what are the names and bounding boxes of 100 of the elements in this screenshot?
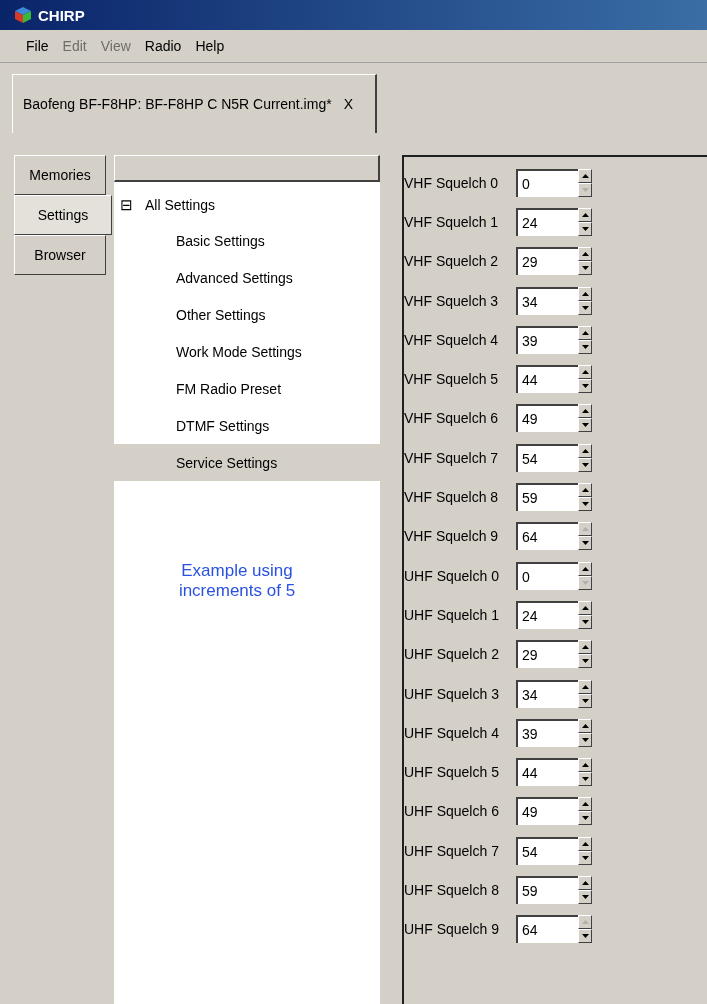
tree-item[interactable]: Other Settings: [114, 296, 380, 333]
setting-label: VHF Squelch 6: [404, 410, 500, 427]
spin-up-button[interactable]: [578, 679, 592, 694]
spin-field[interactable]: 0: [516, 561, 578, 590]
spin-down-button[interactable]: [578, 929, 592, 944]
menu-item[interactable]: Radio: [144, 38, 182, 54]
spin-field[interactable]: 0: [516, 168, 578, 197]
spin-field[interactable]: 44: [516, 365, 578, 394]
spin-down-button[interactable]: [578, 811, 592, 826]
down-arrow-icon: [581, 855, 589, 860]
spin-up-button[interactable]: [578, 876, 592, 890]
spin-down-button[interactable]: [578, 261, 592, 276]
up-arrow-icon: [581, 330, 589, 335]
down-arrow-icon: [581, 619, 589, 624]
spin-down-button[interactable]: [578, 418, 592, 433]
spin-field[interactable]: 39: [516, 718, 578, 747]
spin-up-button[interactable]: [578, 718, 592, 733]
close-tab-button[interactable]: X: [343, 96, 353, 112]
spin-up-button[interactable]: [578, 286, 592, 301]
spin-down-button[interactable]: [578, 457, 592, 472]
spin-down-button[interactable]: [578, 890, 592, 904]
spin-up-button[interactable]: [578, 168, 592, 183]
spin-field[interactable]: 54: [516, 836, 578, 865]
spin-field[interactable]: 29: [516, 247, 578, 276]
spin-up-button[interactable]: [578, 247, 592, 262]
tree-item[interactable]: Service Settings: [114, 444, 380, 481]
spin-field[interactable]: 39: [516, 325, 578, 354]
setting-label: VHF Squelch 2: [404, 253, 500, 270]
setting-label: VHF Squelch 4: [404, 331, 500, 348]
spin-down-button[interactable]: [578, 339, 592, 354]
spin-field[interactable]: 44: [516, 758, 578, 787]
side-tab[interactable]: Browser: [14, 235, 106, 275]
down-arrow-icon: [581, 580, 589, 585]
spin-up-button[interactable]: [578, 600, 592, 615]
spin-down-button[interactable]: [578, 379, 592, 394]
setting-label: VHF Squelch 7: [404, 449, 500, 466]
spin-field[interactable]: 59: [516, 483, 578, 511]
spin-field[interactable]: 64: [516, 915, 578, 944]
spin-up-button[interactable]: [578, 443, 592, 458]
tree-item[interactable]: Basic Settings: [114, 222, 380, 259]
side-tab[interactable]: Memories: [14, 155, 106, 195]
spin-up-button[interactable]: [578, 522, 592, 537]
up-arrow-icon: [581, 370, 589, 375]
spin-field[interactable]: 49: [516, 404, 578, 433]
spin-up-button[interactable]: [578, 915, 592, 930]
spin-down-button[interactable]: [578, 732, 592, 747]
up-arrow-icon: [581, 448, 589, 453]
spin-field[interactable]: 29: [516, 640, 578, 669]
down-arrow-icon: [581, 226, 589, 231]
document-tab[interactable]: Baofeng BF-F8HP: BF-F8HP C N5R Current.img* X: [12, 74, 377, 133]
spin-up-button[interactable]: [578, 797, 592, 812]
menu-item[interactable]: File: [26, 38, 49, 54]
up-arrow-icon: [581, 212, 589, 217]
tree-item[interactable]: Work Mode Settings: [114, 333, 380, 370]
spin-up-button[interactable]: [578, 561, 592, 576]
spin-down-button[interactable]: [578, 536, 592, 551]
spin-down-button[interactable]: [578, 221, 592, 236]
menu-item[interactable]: Help: [195, 38, 225, 54]
spin-up-button[interactable]: [578, 483, 592, 497]
collapse-toggle[interactable]: ⊟: [120, 196, 133, 214]
side-tab[interactable]: Settings: [14, 195, 112, 235]
spin-field[interactable]: 54: [516, 443, 578, 472]
spin-up-button[interactable]: [578, 640, 592, 655]
down-arrow-icon: [581, 698, 589, 703]
up-arrow-icon: [581, 684, 589, 689]
down-arrow-icon: [581, 384, 589, 389]
spin-up-button[interactable]: [578, 758, 592, 773]
spin-down-button[interactable]: [578, 497, 592, 511]
spin-up-button[interactable]: [578, 325, 592, 340]
tree-item[interactable]: DTMF Settings: [114, 407, 380, 444]
spin-field[interactable]: 34: [516, 286, 578, 315]
spin-down-button[interactable]: [578, 300, 592, 315]
up-arrow-icon: [581, 723, 589, 728]
setting-label: UHF Squelch 6: [404, 803, 500, 820]
spin-field[interactable]: 34: [516, 679, 578, 708]
spin-field[interactable]: 24: [516, 207, 578, 236]
spin-up-button[interactable]: [578, 207, 592, 222]
setting-label: UHF Squelch 1: [404, 606, 500, 623]
spin-down-button[interactable]: [578, 575, 592, 590]
spin-field[interactable]: 24: [516, 600, 578, 629]
up-arrow-icon: [581, 763, 589, 768]
up-arrow-icon: [581, 488, 589, 492]
setting-label: UHF Squelch 5: [404, 764, 500, 781]
spin-field[interactable]: 49: [516, 797, 578, 826]
spin-up-button[interactable]: [578, 365, 592, 380]
spin-field[interactable]: 64: [516, 522, 578, 551]
tree-item[interactable]: Advanced Settings: [114, 259, 380, 296]
spin-down-button[interactable]: [578, 772, 592, 787]
spin-field[interactable]: 59: [516, 876, 578, 904]
spin-down-button[interactable]: [578, 182, 592, 197]
column-header[interactable]: [114, 155, 380, 182]
spin-up-button[interactable]: [578, 404, 592, 419]
tree-item[interactable]: All Settings: [145, 197, 216, 213]
tree-item[interactable]: FM Radio Preset: [114, 370, 380, 407]
spin-down-button[interactable]: [578, 614, 592, 629]
setting-label: UHF Squelch 3: [404, 685, 500, 702]
spin-down-button[interactable]: [578, 654, 592, 669]
spin-up-button[interactable]: [578, 836, 592, 851]
spin-down-button[interactable]: [578, 693, 592, 708]
spin-down-button[interactable]: [578, 850, 592, 865]
